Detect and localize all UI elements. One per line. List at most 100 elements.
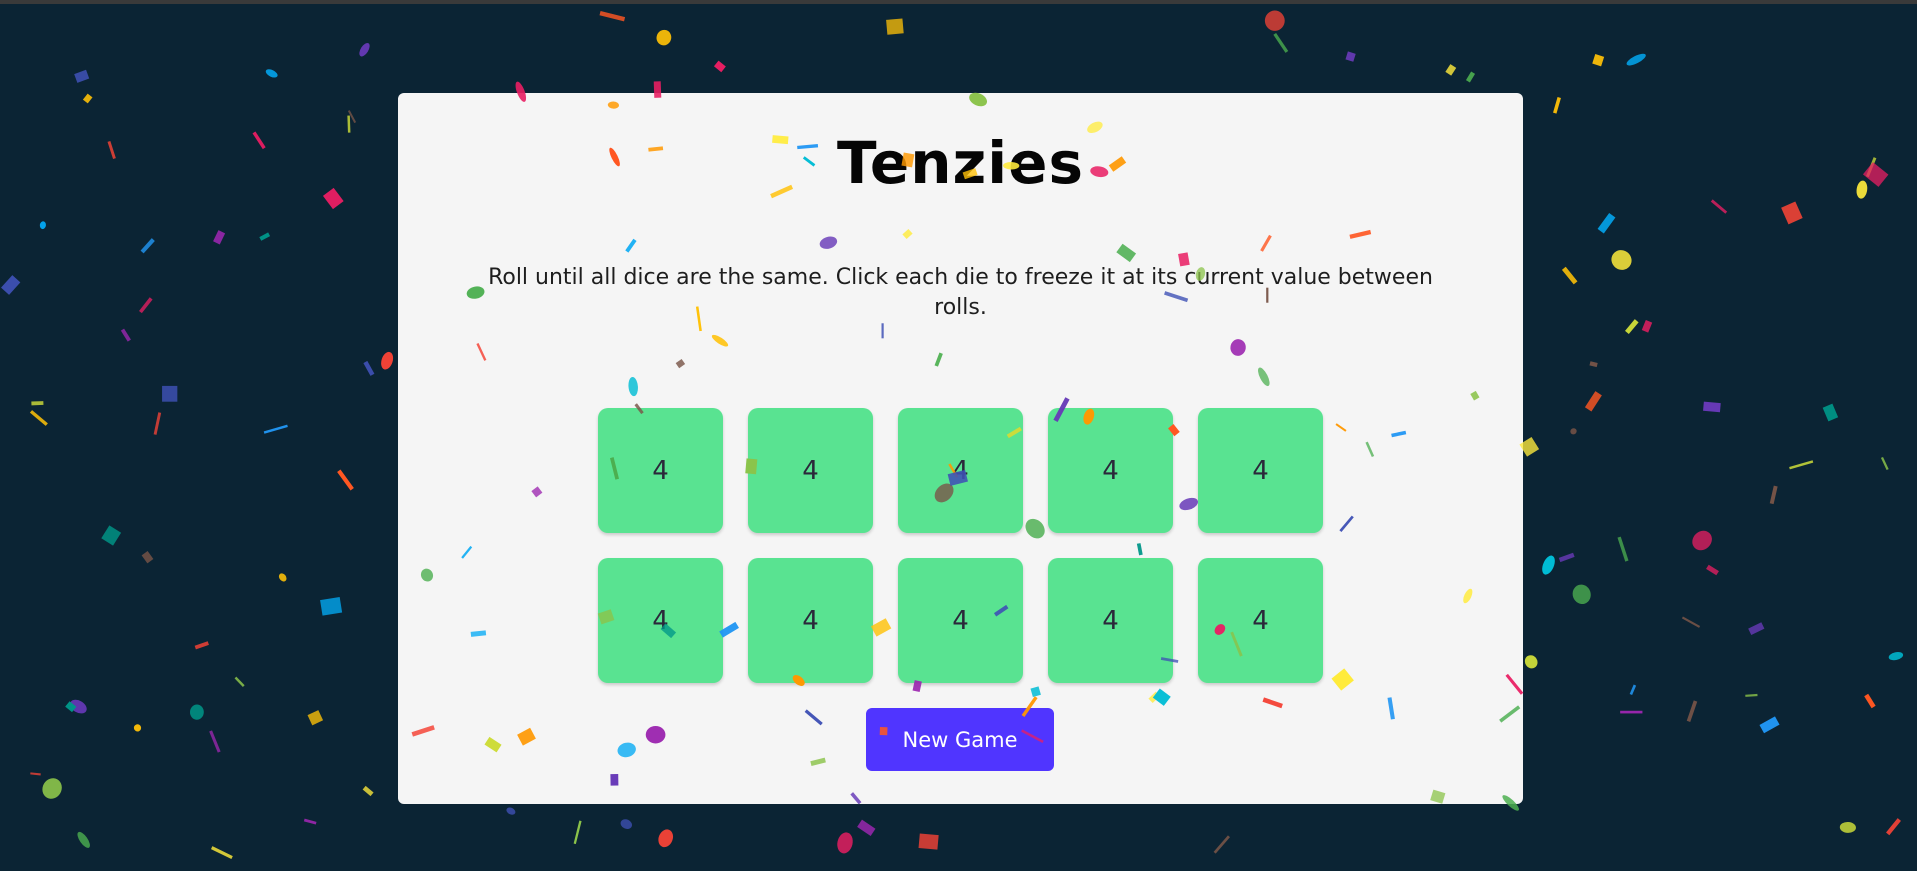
- confetti-piece: [1561, 266, 1578, 285]
- confetti-piece: [263, 424, 288, 434]
- confetti-piece: [133, 724, 142, 732]
- die-6[interactable]: 4: [598, 558, 723, 683]
- confetti-piece: [29, 410, 48, 426]
- confetti-piece: [713, 60, 726, 73]
- confetti-piece: [70, 699, 87, 714]
- confetti-piece: [39, 221, 46, 230]
- confetti-piece: [120, 328, 131, 342]
- confetti-piece: [1888, 651, 1904, 661]
- confetti-piece: [278, 573, 287, 582]
- confetti-piece: [1789, 460, 1814, 470]
- confetti-piece: [194, 641, 209, 650]
- confetti-piece: [213, 230, 226, 245]
- confetti-piece: [658, 829, 674, 848]
- confetti-piece: [1629, 684, 1637, 696]
- die-3[interactable]: 4: [898, 408, 1023, 533]
- confetti-piece: [1572, 584, 1591, 605]
- confetti-piece: [1706, 564, 1719, 576]
- confetti-piece: [107, 141, 116, 159]
- confetti-piece: [362, 785, 374, 797]
- confetti-piece: [1570, 428, 1577, 435]
- confetti-piece: [153, 412, 162, 435]
- confetti-piece: [599, 11, 626, 22]
- confetti-piece: [1686, 700, 1698, 722]
- die-10[interactable]: 4: [1198, 558, 1323, 683]
- confetti-piece: [1589, 361, 1598, 368]
- die-5[interactable]: 4: [1198, 408, 1323, 533]
- confetti-piece: [252, 131, 266, 150]
- confetti-piece: [139, 297, 153, 314]
- die-7[interactable]: 4: [748, 558, 873, 683]
- dice-grid: 4 4 4 4 4 4 4 4 4 4: [598, 408, 1323, 683]
- confetti-piece: [1542, 555, 1555, 575]
- die-1[interactable]: 4: [598, 408, 723, 533]
- confetti-piece: [234, 676, 245, 687]
- new-game-button[interactable]: New Game: [866, 708, 1054, 771]
- confetti-piece: [74, 69, 90, 83]
- confetti-piece: [1553, 96, 1561, 114]
- confetti-piece: [837, 832, 853, 854]
- confetti-piece: [1345, 51, 1356, 62]
- confetti-piece: [1, 275, 21, 295]
- confetti-piece: [30, 772, 41, 776]
- confetti-piece: [359, 42, 370, 57]
- confetti-piece: [1641, 320, 1653, 333]
- die-4[interactable]: 4: [1048, 408, 1173, 533]
- confetti-piece: [1524, 655, 1538, 669]
- confetti-piece: [42, 778, 62, 799]
- die-2[interactable]: 4: [748, 408, 873, 533]
- confetti-piece: [1558, 552, 1575, 563]
- confetti-piece: [1625, 319, 1639, 335]
- confetti-piece: [77, 831, 90, 848]
- confetti-piece: [1592, 54, 1605, 67]
- confetti-piece: [210, 846, 233, 860]
- confetti-piece: [1681, 616, 1701, 628]
- confetti-piece: [1273, 32, 1289, 53]
- confetti-piece: [31, 401, 44, 406]
- game-card: Tenzies Roll until all dice are the same…: [398, 93, 1523, 804]
- confetti-piece: [189, 704, 204, 720]
- confetti-piece: [1584, 391, 1602, 412]
- confetti-piece: [1445, 64, 1457, 76]
- confetti-piece: [101, 525, 122, 546]
- confetti-piece: [347, 110, 357, 124]
- confetti-piece: [337, 469, 354, 491]
- confetti-piece: [1597, 212, 1616, 234]
- confetti-piece: [1839, 821, 1856, 833]
- confetti-piece: [1864, 693, 1876, 709]
- confetti-piece: [1611, 250, 1632, 270]
- instructions-text: Roll until all dice are the same. Click …: [488, 265, 1433, 320]
- confetti-piece: [1781, 201, 1803, 225]
- die-8[interactable]: 4: [898, 558, 1023, 683]
- confetti-piece: [259, 232, 271, 241]
- confetti-piece: [320, 597, 343, 616]
- confetti-piece: [303, 818, 317, 825]
- window-top-bar: [0, 0, 1917, 4]
- confetti-piece: [506, 807, 516, 815]
- confetti-piece: [265, 69, 278, 78]
- confetti-piece: [886, 18, 904, 35]
- confetti-piece: [1710, 199, 1728, 214]
- confetti-piece: [141, 551, 154, 564]
- confetti-piece: [140, 238, 155, 254]
- confetti-piece: [620, 819, 632, 829]
- confetti-piece: [1703, 401, 1721, 413]
- confetti-piece: [656, 29, 672, 46]
- confetti-piece: [1748, 622, 1765, 635]
- confetti-piece: [1866, 157, 1877, 178]
- confetti-piece: [1856, 180, 1868, 199]
- confetti-piece: [82, 93, 93, 104]
- confetti-piece: [918, 833, 939, 850]
- confetti-piece: [162, 385, 178, 402]
- confetti-piece: [1745, 693, 1758, 697]
- game-title: Tenzies: [837, 129, 1084, 197]
- confetti-piece: [1822, 403, 1839, 422]
- die-9[interactable]: 4: [1048, 558, 1173, 683]
- confetti-piece: [1692, 530, 1712, 551]
- confetti-piece: [209, 730, 221, 753]
- confetti-piece: [1213, 835, 1231, 854]
- confetti-piece: [1769, 485, 1778, 505]
- confetti-piece: [857, 819, 876, 836]
- confetti-piece: [347, 115, 351, 133]
- confetti-piece: [573, 820, 582, 845]
